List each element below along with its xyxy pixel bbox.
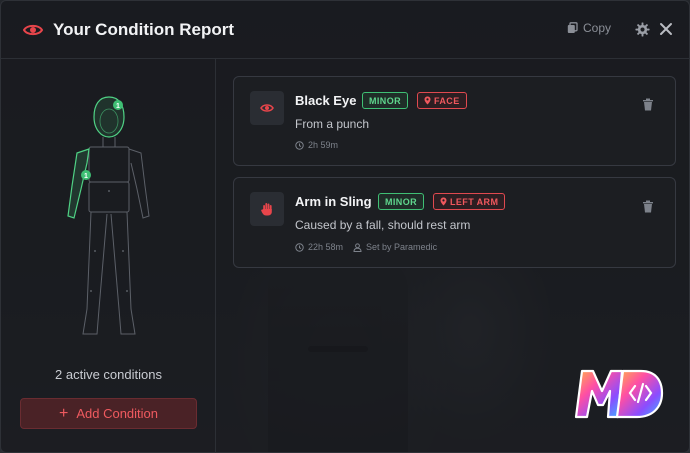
add-condition-button[interactable]: + Add Condition (20, 398, 197, 429)
map-pin-icon (440, 197, 447, 206)
body-overview: 1 1 2 active conditions + Add Condition (1, 59, 216, 453)
page-title: Your Condition Report (53, 19, 234, 39)
location-label: FACE (434, 95, 460, 106)
gear-icon[interactable] (635, 22, 650, 37)
set-by-label: Set by Paramedic (366, 242, 438, 252)
user-icon (353, 242, 362, 252)
condition-title: Arm in Sling (295, 194, 372, 209)
map-pin-icon (424, 96, 431, 105)
left-arm-marker: 1 (84, 173, 88, 180)
plus-icon: + (58, 404, 69, 422)
location-label: LEFT ARM (450, 196, 499, 207)
condition-card: Black Eye MINOR FACE From a punch 2h 59m (233, 76, 676, 166)
body-diagram: 1 1 (67, 96, 150, 335)
condition-icon-box (250, 192, 284, 226)
severity-badge: MINOR (362, 92, 408, 109)
time-label: 22h 58m (308, 242, 344, 252)
location-badge: LEFT ARM (433, 193, 506, 210)
trash-icon[interactable] (642, 98, 654, 111)
add-condition-label: Add Condition (76, 406, 158, 421)
close-icon[interactable] (659, 22, 673, 36)
hand-icon (261, 203, 272, 216)
active-conditions-count: 2 active conditions (55, 367, 162, 382)
clock-icon (295, 140, 304, 150)
severity-badge: MINOR (378, 193, 424, 210)
md-logo (574, 369, 664, 419)
condition-time: 22h 58m Set by Paramedic (295, 242, 437, 252)
clock-icon (295, 242, 304, 252)
panel-header: Your Condition Report Copy (1, 1, 690, 59)
trash-icon[interactable] (642, 200, 654, 213)
condition-time: 2h 59m (295, 140, 338, 150)
condition-icon-box (250, 91, 284, 125)
eye-icon (260, 104, 274, 112)
eye-icon (23, 24, 43, 35)
condition-card: Arm in Sling MINOR LEFT ARM Caused by a … (233, 177, 676, 268)
condition-title: Black Eye (295, 93, 357, 108)
left-arm-region (67, 148, 90, 219)
copy-label: Copy (583, 21, 612, 35)
condition-description: Caused by a fall, should rest arm (295, 218, 471, 232)
copy-icon (567, 22, 578, 33)
copy-button[interactable]: Copy (567, 21, 611, 35)
time-label: 2h 59m (308, 140, 339, 150)
condition-description: From a punch (295, 117, 370, 131)
head-marker: 1 (116, 103, 120, 110)
condition-report-panel: Your Condition Report Copy 1 1 2 active … (0, 0, 690, 453)
location-badge: FACE (417, 92, 467, 109)
